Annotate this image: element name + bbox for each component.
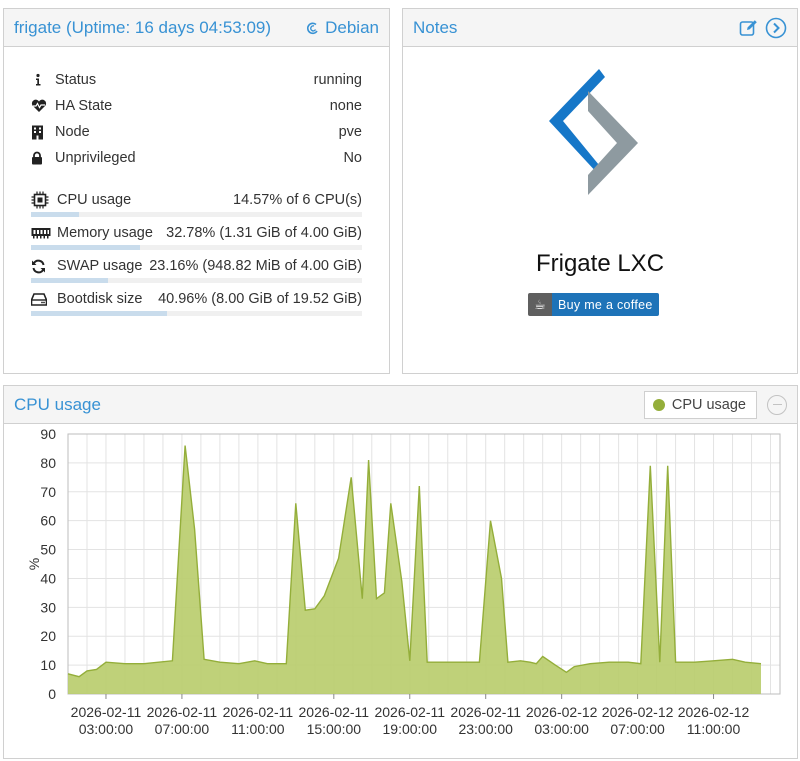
bootdisk-size-value: 40.96% (8.00 GiB of 19.52 GiB) [158,291,362,307]
cpu-usage-chart: 01020304050607080902026-02-1103:00:00202… [26,426,781,737]
cpu-usage-label: CPU usage [57,192,132,208]
legend-dot [652,398,665,411]
chevron-right-circle-icon[interactable] [765,17,787,39]
x-tick-date: 2026-02-12 [526,704,598,720]
x-tick-date: 2026-02-12 [678,704,750,720]
bootdisk-size-label: Bootdisk size [57,291,143,307]
y-axis-label: % [26,558,42,570]
y-tick-label: 30 [40,599,56,615]
notes-heading: Frigate LXC [535,250,665,277]
unprivileged-value: No [343,150,362,166]
bootdisk-size-bar-fill [31,311,167,316]
ha-state-label: HA State [55,98,113,114]
x-tick-date: 2026-02-11 [299,704,370,720]
swap-usage-block: SWAP usage 23.16% (948.82 MiB of 4.00 Gi… [31,255,362,283]
x-tick-time: 07:00:00 [610,721,665,737]
y-tick-label: 0 [48,686,56,702]
y-tick-label: 50 [40,542,56,558]
status-row: Status running [31,67,362,93]
memory-usage-block: Memory usage 32.78% (1.31 GiB of 4.00 Gi… [31,222,362,250]
y-tick-label: 20 [40,628,56,644]
memory-icon [31,228,51,239]
x-tick-time: 07:00:00 [155,721,210,737]
x-tick-time: 11:00:00 [687,721,741,737]
ha-state-row: HA State none [31,93,362,119]
node-row: Node pve [31,119,362,145]
status-value: running [313,72,362,88]
x-tick-date: 2026-02-11 [374,704,445,720]
x-tick-time: 11:00:00 [231,721,285,737]
lock-icon [32,151,42,165]
bootdisk-size-block: Bootdisk size 40.96% (8.00 GiB of 19.52 … [31,288,362,316]
status-body: Status running HA State none Node pve Un… [4,47,389,316]
cpu-chart-header: CPU usage CPU usage [4,386,797,424]
y-tick-label: 10 [40,657,56,673]
y-tick-label: 90 [40,426,56,442]
x-tick-time: 15:00:00 [307,721,362,737]
info-icon [36,73,41,86]
x-tick-date: 2026-02-11 [147,704,218,720]
x-tick-date: 2026-02-11 [223,704,294,720]
cpu-usage-value: 14.57% of 6 CPU(s) [233,192,362,208]
heartbeat-icon [31,99,47,112]
cpu-usage-block: CPU usage 14.57% of 6 CPU(s) [31,189,362,217]
swap-usage-bar-fill [31,278,108,283]
x-tick-time: 03:00:00 [534,721,589,737]
x-tick-time: 19:00:00 [383,721,438,737]
status-panel-title: frigate (Uptime: 16 days 04:53:09) [14,17,272,37]
ha-state-value: none [329,98,362,114]
swap-usage-label: SWAP usage [57,258,143,274]
x-tick-date: 2026-02-11 [71,704,142,720]
memory-usage-label: Memory usage [57,225,153,241]
buy-me-a-coffee-button[interactable]: ☕ Buy me a coffee [528,293,659,316]
coffee-cup-icon: ☕ [528,293,552,316]
cpu-icon [31,191,49,209]
notes-panel: Notes Frigate LXC ☕ Buy me a coffee [402,8,798,374]
buy-me-a-coffee-label: Buy me a coffee [552,293,659,316]
unprivileged-row: Unprivileged No [31,145,362,171]
swap-usage-value: 23.16% (948.82 MiB of 4.00 GiB) [149,258,362,274]
legend-label: CPU usage [671,396,746,413]
cpu-usage-bar [31,212,362,217]
x-tick-time: 23:00:00 [458,721,513,737]
cpu-chart-title: CPU usage [14,394,101,414]
node-label: Node [55,124,90,140]
os-name: Debian [325,17,379,37]
os-label: Debian [305,18,379,38]
building-icon [32,125,43,139]
y-tick-label: 80 [40,455,56,471]
y-tick-label: 70 [40,484,56,500]
edit-icon[interactable] [739,19,759,37]
refresh-icon [32,259,45,273]
hdd-icon [31,292,47,306]
swap-usage-bar [31,278,362,283]
bootdisk-size-bar [31,311,362,316]
status-panel: frigate (Uptime: 16 days 04:53:09) Debia… [3,8,390,374]
memory-usage-value: 32.78% (1.31 GiB of 4.00 GiB) [166,225,362,241]
frigate-logo [549,69,638,195]
y-tick-label: 60 [40,513,56,529]
status-label: Status [55,72,97,88]
status-panel-header: frigate (Uptime: 16 days 04:53:09) Debia… [4,9,389,47]
notes-panel-header: Notes [403,9,797,47]
cpu-usage-legend-toggle[interactable]: CPU usage [643,390,757,419]
debian-swirl-icon [307,22,318,34]
memory-usage-bar-fill [31,245,140,250]
cpu-usage-bar-fill [31,212,80,217]
y-tick-label: 40 [40,570,56,586]
x-tick-time: 03:00:00 [79,721,134,737]
notes-panel-title: Notes [413,17,458,37]
unprivileged-label: Unprivileged [55,150,136,166]
x-tick-date: 2026-02-12 [602,704,674,720]
memory-usage-bar [31,245,362,250]
node-value: pve [338,124,362,140]
x-tick-date: 2026-02-11 [450,704,521,720]
cpu-chart-panel: CPU usage CPU usage 0 10 20 30 40 50 60 70 80 90 2… [3,385,798,759]
collapse-icon[interactable] [767,394,787,415]
notes-body: Frigate LXC ☕ Buy me a coffee [403,47,797,373]
